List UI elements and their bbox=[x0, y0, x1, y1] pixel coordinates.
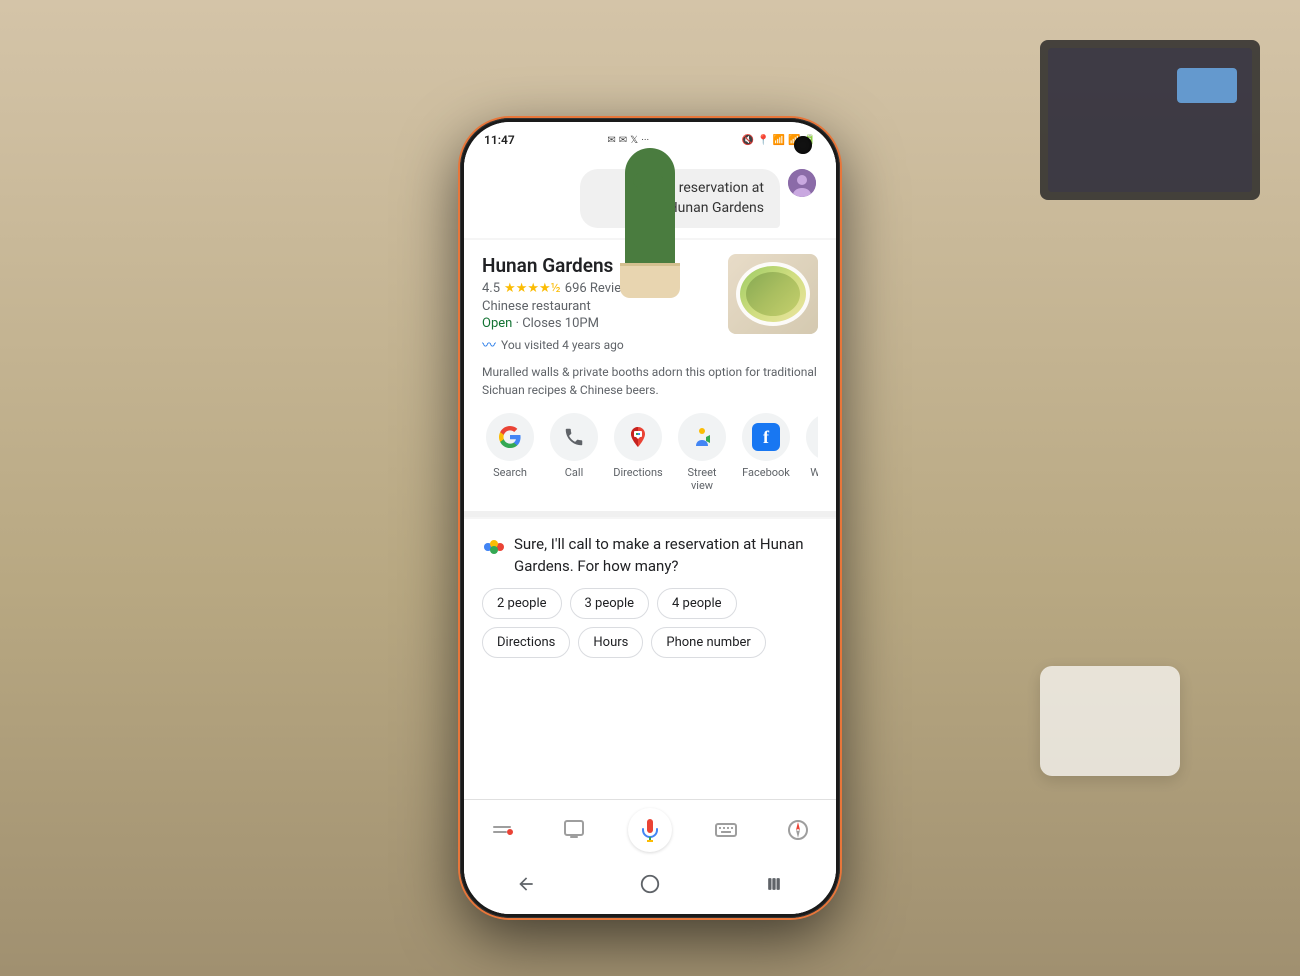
directions-icon bbox=[614, 413, 662, 461]
microphone-button[interactable] bbox=[628, 808, 672, 852]
recents-button[interactable] bbox=[756, 866, 792, 902]
search-label: Search bbox=[493, 466, 527, 479]
screen-icon[interactable] bbox=[556, 812, 592, 848]
user-avatar bbox=[788, 169, 816, 197]
website-label: Website bbox=[810, 466, 818, 479]
bottom-toolbar bbox=[464, 799, 836, 858]
compass-icon[interactable] bbox=[780, 812, 816, 848]
assistant-header: Sure, I'll call to make a reservation at… bbox=[482, 533, 818, 578]
stars: ★★★★½ bbox=[504, 281, 561, 296]
chip-hours[interactable]: Hours bbox=[578, 627, 643, 658]
rating-number: 4.5 bbox=[482, 281, 500, 296]
visited-text: You visited 4 years ago bbox=[501, 338, 624, 352]
website-icon bbox=[806, 413, 818, 461]
streetview-icon bbox=[678, 413, 726, 461]
website-action[interactable]: Website bbox=[802, 413, 818, 492]
suggestion-chips-row1: 2 people 3 people 4 people bbox=[482, 588, 818, 619]
background-monitor bbox=[1040, 40, 1260, 200]
phone-wrapper: 11:47 ✉ ✉ 𝕏 ··· 🔇 📍 📶 📶 🔋 bbox=[460, 118, 840, 918]
keyboard-icon[interactable] bbox=[708, 812, 744, 848]
restaurant-hours: Open · Closes 10PM bbox=[482, 316, 728, 331]
visited-icon: 〰 bbox=[482, 335, 496, 355]
facebook-icon: f bbox=[742, 413, 790, 461]
chip-2-people[interactable]: 2 people bbox=[482, 588, 562, 619]
directions-label: Directions bbox=[613, 466, 662, 479]
call-icon bbox=[550, 413, 598, 461]
chip-directions[interactable]: Directions bbox=[482, 627, 570, 658]
assistant-section: Sure, I'll call to make a reservation at… bbox=[464, 519, 836, 799]
directions-action[interactable]: Directions bbox=[610, 413, 666, 492]
status-time: 11:47 bbox=[484, 133, 515, 147]
call-action[interactable]: Call bbox=[546, 413, 602, 492]
food-photo bbox=[728, 254, 818, 334]
action-buttons: Search Call bbox=[482, 413, 818, 494]
restaurant-description: Muralled walls & private booths adorn th… bbox=[482, 363, 818, 399]
restaurant-type: Chinese restaurant bbox=[482, 299, 728, 314]
chip-phone-number[interactable]: Phone number bbox=[651, 627, 765, 658]
call-label: Call bbox=[565, 466, 584, 479]
location-icon: 📍 bbox=[757, 135, 769, 146]
streetview-action[interactable]: Streetview bbox=[674, 413, 730, 492]
open-status: Open bbox=[482, 316, 512, 331]
visited-note: 〰 You visited 4 years ago bbox=[482, 335, 728, 355]
suggestion-chips-row2: Directions Hours Phone number bbox=[482, 627, 818, 658]
smart-display bbox=[1040, 666, 1180, 776]
cactus-decoration bbox=[590, 118, 710, 298]
facebook-label: Facebook bbox=[742, 466, 790, 479]
camera-hole bbox=[794, 136, 812, 154]
chip-3-people[interactable]: 3 people bbox=[570, 588, 650, 619]
search-action[interactable]: Search bbox=[482, 413, 538, 492]
closes-time: Closes 10PM bbox=[522, 316, 599, 331]
monitor-screen bbox=[1048, 48, 1252, 192]
streetview-label: Streetview bbox=[687, 466, 716, 492]
chip-4-people[interactable]: 4 people bbox=[657, 588, 737, 619]
section-divider bbox=[464, 511, 836, 517]
wifi-icon: 📶 bbox=[773, 135, 785, 146]
assistant-icon bbox=[482, 535, 506, 559]
monitor-content bbox=[1177, 68, 1237, 103]
search-icon bbox=[486, 413, 534, 461]
back-button[interactable] bbox=[508, 866, 544, 902]
facebook-action[interactable]: f Facebook bbox=[738, 413, 794, 492]
restaurant-image bbox=[728, 254, 818, 334]
navigation-bar bbox=[464, 858, 836, 914]
mute-icon: 🔇 bbox=[742, 135, 754, 146]
assistant-shortcut-icon[interactable] bbox=[484, 812, 520, 848]
assistant-response-text: Sure, I'll call to make a reservation at… bbox=[514, 533, 818, 578]
home-button[interactable] bbox=[632, 866, 668, 902]
